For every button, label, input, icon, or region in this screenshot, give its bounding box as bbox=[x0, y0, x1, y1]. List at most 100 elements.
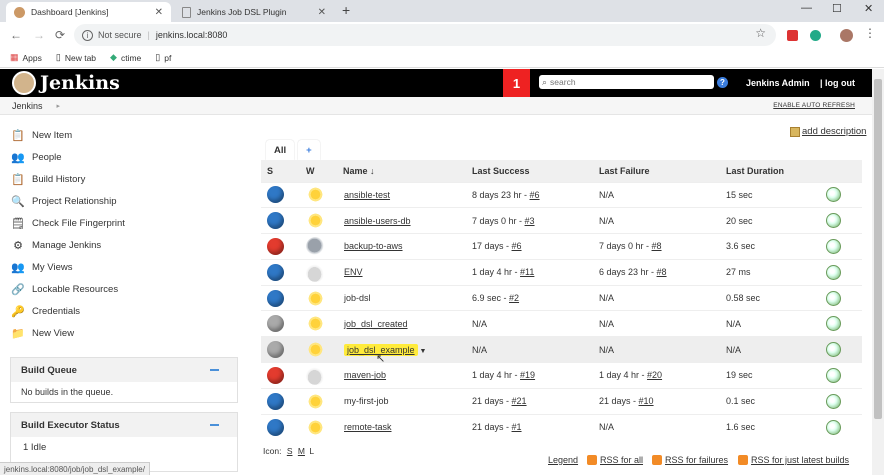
col-name[interactable]: Name ↓ bbox=[338, 160, 466, 182]
build-link[interactable]: #1 bbox=[512, 422, 522, 432]
task-lockable-resources[interactable]: 🔗 Lockable Resources bbox=[10, 278, 242, 300]
build-link[interactable]: #11 bbox=[520, 267, 534, 277]
url-text[interactable]: jenkins.local:8080 bbox=[156, 30, 228, 40]
bookmark-apps[interactable]: ▦ Apps bbox=[10, 52, 42, 63]
schedule-build-icon[interactable] bbox=[826, 419, 841, 435]
tab-job-dsl-plugin[interactable]: Jenkins Job DSL Plugin ✕ bbox=[174, 2, 334, 22]
close-tab-icon[interactable]: ✕ bbox=[318, 7, 326, 18]
breadcrumb-jenkins[interactable]: Jenkins bbox=[12, 101, 43, 111]
col-status[interactable]: S bbox=[261, 160, 300, 182]
build-link[interactable]: #21 bbox=[512, 396, 527, 406]
build-link[interactable]: #20 bbox=[647, 370, 662, 380]
col-weather[interactable]: W bbox=[300, 160, 338, 182]
bookmark-new-tab[interactable]: ▯ New tab bbox=[56, 52, 96, 63]
rss-all-link[interactable]: RSS for all bbox=[587, 455, 643, 465]
tab-all[interactable]: All bbox=[266, 140, 295, 160]
jenkins-brand[interactable]: Jenkins bbox=[40, 72, 120, 94]
schedule-build-icon[interactable] bbox=[826, 393, 841, 409]
new-tab-icon[interactable]: + bbox=[342, 2, 350, 18]
schedule-build-icon[interactable] bbox=[826, 367, 841, 383]
extension-icon[interactable] bbox=[787, 30, 798, 41]
tab-dashboard[interactable]: Dashboard [Jenkins] ✕ bbox=[6, 2, 171, 22]
logout-link[interactable]: | log out bbox=[820, 78, 855, 88]
rss-latest-link[interactable]: RSS for just latest builds bbox=[738, 455, 849, 465]
build-link[interactable]: #6 bbox=[530, 190, 540, 200]
job-name-link[interactable]: my-first-job bbox=[344, 396, 389, 406]
page-scrollbar[interactable] bbox=[872, 69, 884, 475]
schedule-build-icon[interactable] bbox=[826, 187, 841, 203]
browser-menu-icon[interactable]: ⋮ bbox=[864, 26, 876, 40]
breadcrumb-arrow-icon[interactable]: ▸ bbox=[57, 102, 61, 110]
help-icon[interactable]: ? bbox=[717, 77, 728, 88]
add-description-link[interactable]: add description bbox=[790, 126, 866, 137]
job-name-link[interactable]: maven-job bbox=[344, 370, 386, 380]
collapse-icon[interactable] bbox=[210, 369, 219, 371]
task-people[interactable]: 👥 People bbox=[10, 146, 242, 168]
enable-auto-refresh-link[interactable]: ENABLE AUTO REFRESH bbox=[773, 102, 855, 109]
col-last-failure[interactable]: Last Failure bbox=[593, 160, 720, 182]
task-credentials[interactable]: 🔑 Credentials bbox=[10, 300, 242, 322]
search-input[interactable] bbox=[550, 77, 701, 87]
search-box[interactable]: ⌕ bbox=[539, 75, 714, 89]
task-build-history[interactable]: 📋 Build History bbox=[10, 168, 242, 190]
close-window-icon[interactable]: ✕ bbox=[864, 2, 873, 15]
task-manage-jenkins[interactable]: ⚙ Manage Jenkins bbox=[10, 234, 242, 256]
extension-icon[interactable] bbox=[810, 30, 821, 41]
address-bar[interactable]: i Not secure | jenkins.local:8080 bbox=[74, 24, 776, 46]
task-my-views[interactable]: 👥 My Views bbox=[10, 256, 242, 278]
schedule-build-icon[interactable] bbox=[826, 316, 841, 332]
task-label: Lockable Resources bbox=[32, 283, 119, 295]
people-icon: 👥 bbox=[11, 151, 25, 164]
bookmark-star-icon[interactable]: ☆ bbox=[755, 26, 766, 40]
job-name-link[interactable]: ansible-users-db bbox=[344, 216, 411, 226]
build-link[interactable]: #10 bbox=[639, 396, 654, 406]
build-link[interactable]: #19 bbox=[520, 370, 535, 380]
close-tab-icon[interactable]: ✕ bbox=[155, 7, 163, 18]
task-new-item[interactable]: 📋 New Item bbox=[10, 124, 242, 146]
job-name-link[interactable]: job_dsl_created bbox=[344, 319, 408, 329]
jenkins-logo-icon[interactable] bbox=[12, 71, 36, 95]
build-link[interactable]: #6 bbox=[512, 241, 522, 251]
bookmark-ctime[interactable]: ◆ ctime bbox=[110, 52, 141, 63]
schedule-build-icon[interactable] bbox=[826, 264, 841, 280]
chevron-down-icon[interactable]: ▼ bbox=[420, 348, 427, 355]
maximize-icon[interactable]: ☐ bbox=[832, 2, 842, 15]
avatar[interactable] bbox=[840, 29, 853, 42]
minimize-icon[interactable]: — bbox=[801, 2, 812, 14]
schedule-build-icon[interactable] bbox=[826, 290, 841, 306]
icon-size-s[interactable]: S bbox=[287, 446, 293, 456]
forward-icon[interactable]: → bbox=[33, 28, 45, 42]
info-icon[interactable]: i bbox=[82, 29, 93, 41]
task-check-file-fingerprint[interactable]: 🗒 Check File Fingerprint bbox=[10, 212, 242, 234]
tab-add-view[interactable]: + bbox=[298, 140, 320, 160]
job-name-link[interactable]: backup-to-aws bbox=[344, 241, 403, 251]
job-name-link[interactable]: ansible-test bbox=[344, 190, 390, 200]
job-name-link[interactable]: ENV bbox=[344, 267, 363, 277]
scrollbar-thumb[interactable] bbox=[874, 79, 882, 419]
reload-icon[interactable]: ⟳ bbox=[55, 28, 65, 42]
job-name-link[interactable]: remote-task bbox=[344, 422, 392, 432]
schedule-build-icon[interactable] bbox=[826, 342, 841, 358]
schedule-build-icon[interactable] bbox=[826, 213, 841, 229]
build-link[interactable]: #8 bbox=[652, 241, 662, 251]
task-new-view[interactable]: 📁 New View bbox=[10, 322, 242, 344]
bookmark-pf[interactable]: ▯ pf bbox=[155, 52, 171, 63]
task-project-relationship[interactable]: 🔍 Project Relationship bbox=[10, 190, 242, 212]
icon-size-l[interactable]: L bbox=[309, 446, 314, 456]
icon-size-m[interactable]: M bbox=[298, 446, 305, 456]
job-name-link[interactable]: job-dsl bbox=[344, 293, 371, 303]
schedule-build-icon[interactable] bbox=[826, 238, 841, 254]
back-icon[interactable]: ← bbox=[10, 28, 22, 42]
build-link[interactable]: #3 bbox=[525, 216, 535, 226]
build-link[interactable]: #2 bbox=[509, 293, 519, 303]
user-link[interactable]: Jenkins Admin bbox=[746, 78, 810, 88]
build-executor-title[interactable]: Build Executor Status bbox=[21, 420, 120, 431]
build-link[interactable]: #8 bbox=[657, 267, 667, 277]
col-last-duration[interactable]: Last Duration bbox=[720, 160, 820, 182]
col-last-success[interactable]: Last Success bbox=[466, 160, 593, 182]
rss-failures-link[interactable]: RSS for failures bbox=[652, 455, 728, 465]
legend-link[interactable]: Legend bbox=[548, 455, 578, 465]
notification-badge[interactable]: 1 bbox=[503, 69, 530, 97]
collapse-icon[interactable] bbox=[210, 424, 219, 426]
build-queue-title[interactable]: Build Queue bbox=[21, 365, 77, 376]
